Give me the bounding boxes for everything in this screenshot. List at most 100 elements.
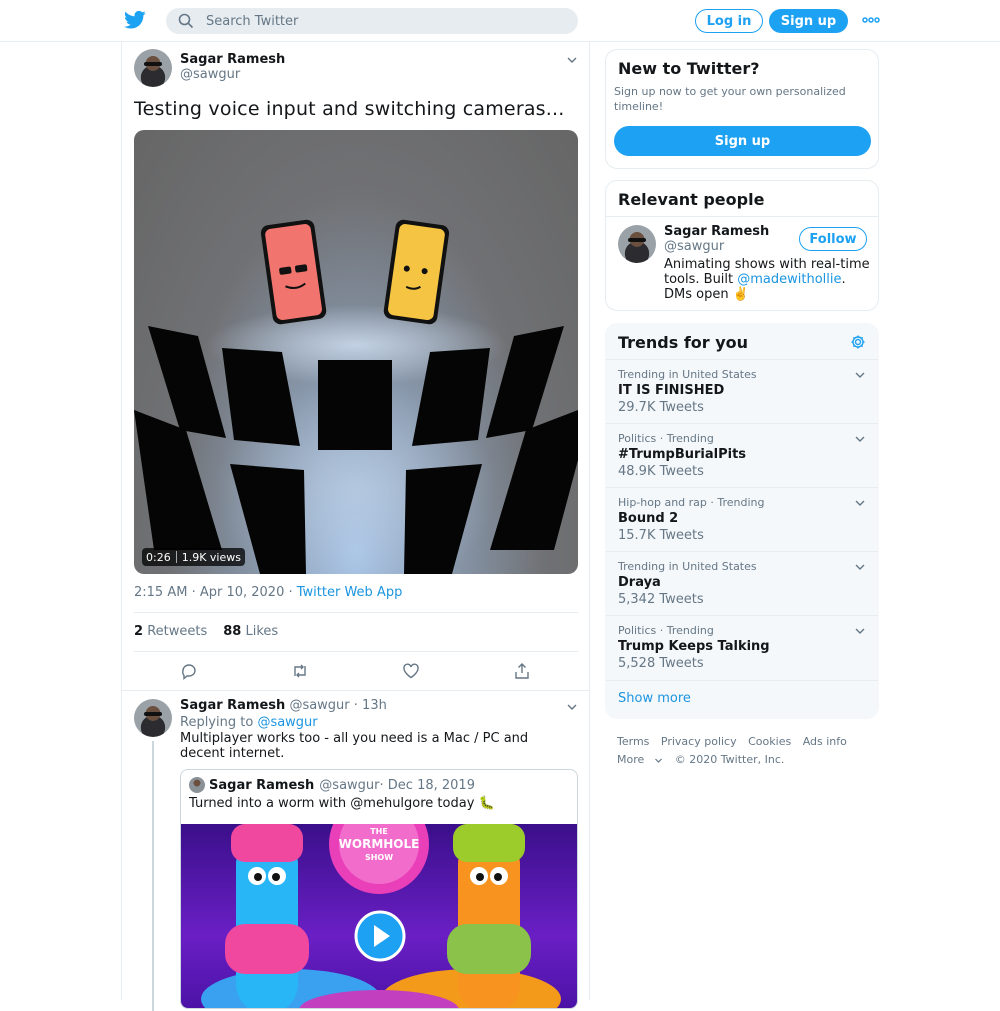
chevron-down-icon[interactable] (566, 701, 578, 713)
quote-header: Sagar Ramesh @sawgur · Dec 18, 2019 (189, 777, 475, 793)
play-button-icon[interactable] (354, 910, 406, 962)
tweet-source-link[interactable]: Twitter Web App (297, 585, 403, 600)
avatar[interactable] (618, 225, 656, 263)
gear-icon[interactable] (850, 334, 866, 350)
avatar[interactable] (134, 49, 172, 87)
person-bio: Animating shows with real-time tools. Bu… (664, 257, 870, 302)
relevant-people-card: Relevant people Sagar Ramesh @sawgur Fol… (605, 180, 879, 311)
reply-author-name[interactable]: Sagar Ramesh (180, 698, 285, 713)
trend-count: 5,528 Tweets (618, 656, 704, 671)
replying-to-link[interactable]: @sawgur (257, 715, 317, 730)
footer-link-cookies[interactable]: Cookies (748, 735, 791, 748)
author-handle[interactable]: @sawgur (180, 67, 240, 82)
footer-copyright: © 2020 Twitter, Inc. (674, 753, 785, 766)
reply-icon[interactable] (180, 662, 198, 680)
signup-button[interactable]: Sign up (614, 126, 871, 156)
reply-time[interactable]: · 13h (350, 698, 387, 713)
signup-button[interactable]: Sign up (769, 9, 848, 33)
tweet-column: Sagar Ramesh @sawgur Testing voice input… (121, 42, 590, 1011)
quote-video[interactable]: THE WORMHOLE SHOW (181, 824, 577, 1008)
new-to-twitter-card: New to Twitter? Sign up now to get your … (605, 49, 879, 169)
retweet-icon[interactable] (291, 662, 309, 680)
trend-count: 29.7K Tweets (618, 400, 704, 415)
chevron-down-icon (655, 758, 663, 763)
author-name[interactable]: Sagar Ramesh (180, 52, 285, 67)
follow-button[interactable]: Follow (799, 227, 867, 251)
quote-text: Turned into a worm with @mehulgore today… (189, 796, 495, 811)
show-sign-main: WORMHOLE (339, 837, 420, 851)
trend-name: Bound 2 (618, 511, 679, 526)
show-more-link[interactable]: Show more (606, 680, 878, 718)
quoted-tweet[interactable]: Sagar Ramesh @sawgur · Dec 18, 2019 Turn… (180, 769, 578, 1009)
avatar[interactable] (134, 699, 172, 737)
card-title: Relevant people (618, 190, 765, 209)
card-title: Trends for you (618, 333, 749, 352)
person-name[interactable]: Sagar Ramesh (664, 224, 769, 239)
retweets-stat[interactable]: 2 Retweets (134, 624, 207, 639)
trend-name: #TrumpBurialPits (618, 447, 747, 462)
trend-item[interactable]: Politics · Trending Trump Keeps Talking … (606, 615, 878, 679)
likes-stat[interactable]: 88 Likes (223, 624, 278, 639)
trend-name: Trump Keeps Talking (618, 639, 770, 654)
tweet-meta: 2:15 AM · Apr 10, 2020 · Twitter Web App (134, 585, 402, 600)
quote-author-name: Sagar Ramesh (209, 777, 315, 793)
chevron-down-icon[interactable] (854, 497, 866, 509)
tweet-text: Testing voice input and switching camera… (134, 98, 565, 120)
divider (134, 651, 578, 652)
chevron-down-icon[interactable] (854, 369, 866, 381)
avatar (189, 777, 205, 793)
video-info-badge: 0:26 1.9K views (142, 548, 245, 566)
chevron-down-icon[interactable] (854, 625, 866, 637)
reply-text: Multiplayer works too - all you need is … (180, 731, 529, 761)
trend-item[interactable]: Politics · Trending #TrumpBurialPits 48.… (606, 423, 878, 487)
bio-link[interactable]: @madewithollie (737, 272, 841, 287)
more-options-icon[interactable] (862, 13, 880, 27)
card-title: New to Twitter? (618, 59, 760, 78)
login-button[interactable]: Log in (695, 9, 763, 33)
trend-count: 48.9K Tweets (618, 464, 704, 479)
video-duration: 0:26 (146, 550, 171, 564)
tweet-video[interactable]: 0:26 1.9K views (134, 130, 578, 574)
trend-context: Trending in United States (618, 368, 757, 381)
trend-item[interactable]: Hip-hop and rap · Trending Bound 2 15.7K… (606, 487, 878, 551)
divider (134, 612, 578, 613)
trend-name: IT IS FINISHED (618, 383, 725, 398)
quote-date: · Dec 18, 2019 (379, 777, 475, 793)
show-sign-top: THE (370, 827, 388, 836)
reply-author-handle[interactable]: @sawgur (289, 698, 349, 713)
person-handle[interactable]: @sawgur (664, 239, 724, 254)
trend-context: Politics · Trending (618, 432, 714, 445)
trend-count: 15.7K Tweets (618, 528, 704, 543)
trend-context: Hip-hop and rap · Trending (618, 496, 765, 509)
thread-line (152, 741, 154, 1011)
chevron-down-icon[interactable] (566, 54, 578, 66)
chevron-down-icon[interactable] (854, 561, 866, 573)
search-box[interactable] (166, 8, 578, 34)
trend-count: 5,342 Tweets (618, 592, 704, 607)
reply-header: Sagar Ramesh @sawgur · 13h (180, 698, 387, 713)
video-views: 1.9K views (181, 550, 241, 564)
replying-to: Replying to @sawgur (180, 715, 318, 730)
tweet-timestamp[interactable]: 2:15 AM · Apr 10, 2020 · (134, 585, 297, 600)
trend-item[interactable]: Trending in United States IT IS FINISHED… (606, 359, 878, 423)
trend-item[interactable]: Trending in United States Draya 5,342 Tw… (606, 551, 878, 615)
footer: Terms Privacy policy Cookies Ads info Mo… (617, 733, 877, 769)
footer-link-ads-info[interactable]: Ads info (803, 735, 847, 748)
reply-tweet[interactable]: Sagar Ramesh @sawgur · 13h Replying to @… (122, 690, 589, 1011)
top-bar: Log in Sign up (0, 0, 1000, 42)
footer-link-privacy[interactable]: Privacy policy (661, 735, 737, 748)
footer-link-terms[interactable]: Terms (617, 735, 649, 748)
footer-more-menu[interactable]: More (617, 753, 663, 766)
trend-context: Politics · Trending (618, 624, 714, 637)
quote-author-handle: @sawgur (319, 777, 380, 793)
yellow-phone (383, 219, 450, 325)
tweet-stats: 2 Retweets 88 Likes (134, 624, 278, 639)
like-icon[interactable] (402, 662, 420, 680)
trends-card: Trends for you Trending in United States… (605, 323, 879, 719)
twitter-logo-icon[interactable] (124, 10, 146, 30)
share-icon[interactable] (513, 662, 531, 680)
show-sign-bottom: SHOW (365, 853, 393, 862)
search-input[interactable] (206, 13, 566, 29)
chevron-down-icon[interactable] (854, 433, 866, 445)
divider (606, 216, 878, 217)
